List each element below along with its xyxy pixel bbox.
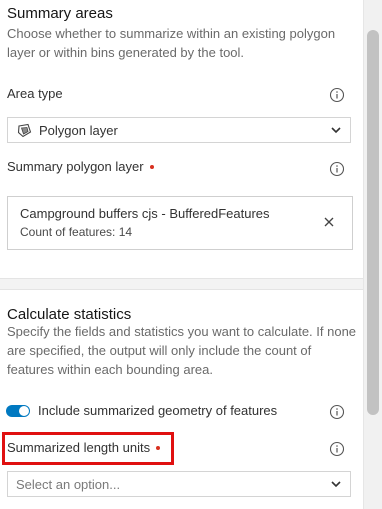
length-units-select[interactable]: Select an option...	[7, 471, 351, 497]
selected-layer-name: Campground buffers cjs - BufferedFeature…	[20, 206, 270, 221]
summary-polygon-layer-label: Summary polygon layer	[7, 159, 154, 174]
summary-polygon-layer-info-icon[interactable]	[329, 161, 345, 177]
area-type-info-icon[interactable]	[329, 87, 345, 103]
required-indicator	[149, 164, 154, 169]
area-type-label: Area type	[7, 86, 63, 101]
chevron-down-icon	[331, 127, 341, 134]
section-divider	[0, 278, 363, 290]
length-units-info-icon[interactable]	[329, 441, 345, 457]
include-geometry-toggle[interactable]	[6, 405, 30, 417]
include-geometry-info-icon[interactable]	[329, 404, 345, 420]
length-units-placeholder: Select an option...	[16, 477, 121, 492]
calculate-statistics-title: Calculate statistics	[7, 306, 132, 323]
analysis-tool-panel: Summary areas Choose whether to summariz…	[0, 0, 364, 509]
highlight-annotation-box	[2, 432, 174, 465]
calculate-statistics-description: Specify the fields and statistics you wa…	[7, 324, 357, 377]
area-type-selected-value: Polygon layer	[39, 123, 118, 138]
summary-areas-description: Choose whether to summarize within an ex…	[7, 26, 336, 60]
close-icon[interactable]	[324, 217, 334, 227]
include-geometry-label: Include summarized geometry of features	[38, 403, 278, 418]
area-type-select[interactable]: Polygon layer	[7, 117, 351, 143]
selected-layer-card[interactable]: Campground buffers cjs - BufferedFeature…	[7, 196, 353, 250]
selected-layer-feature-count: Count of features: 14	[20, 225, 133, 239]
toggle-knob	[19, 406, 29, 416]
scrollbar-thumb[interactable]	[367, 30, 379, 415]
summary-areas-title: Summary areas	[7, 5, 113, 22]
polygon-layer-icon	[17, 123, 32, 138]
chevron-down-icon	[331, 481, 341, 488]
vertical-scrollbar[interactable]	[364, 0, 382, 509]
summary-polygon-layer-label-text: Summary polygon layer	[7, 159, 144, 174]
